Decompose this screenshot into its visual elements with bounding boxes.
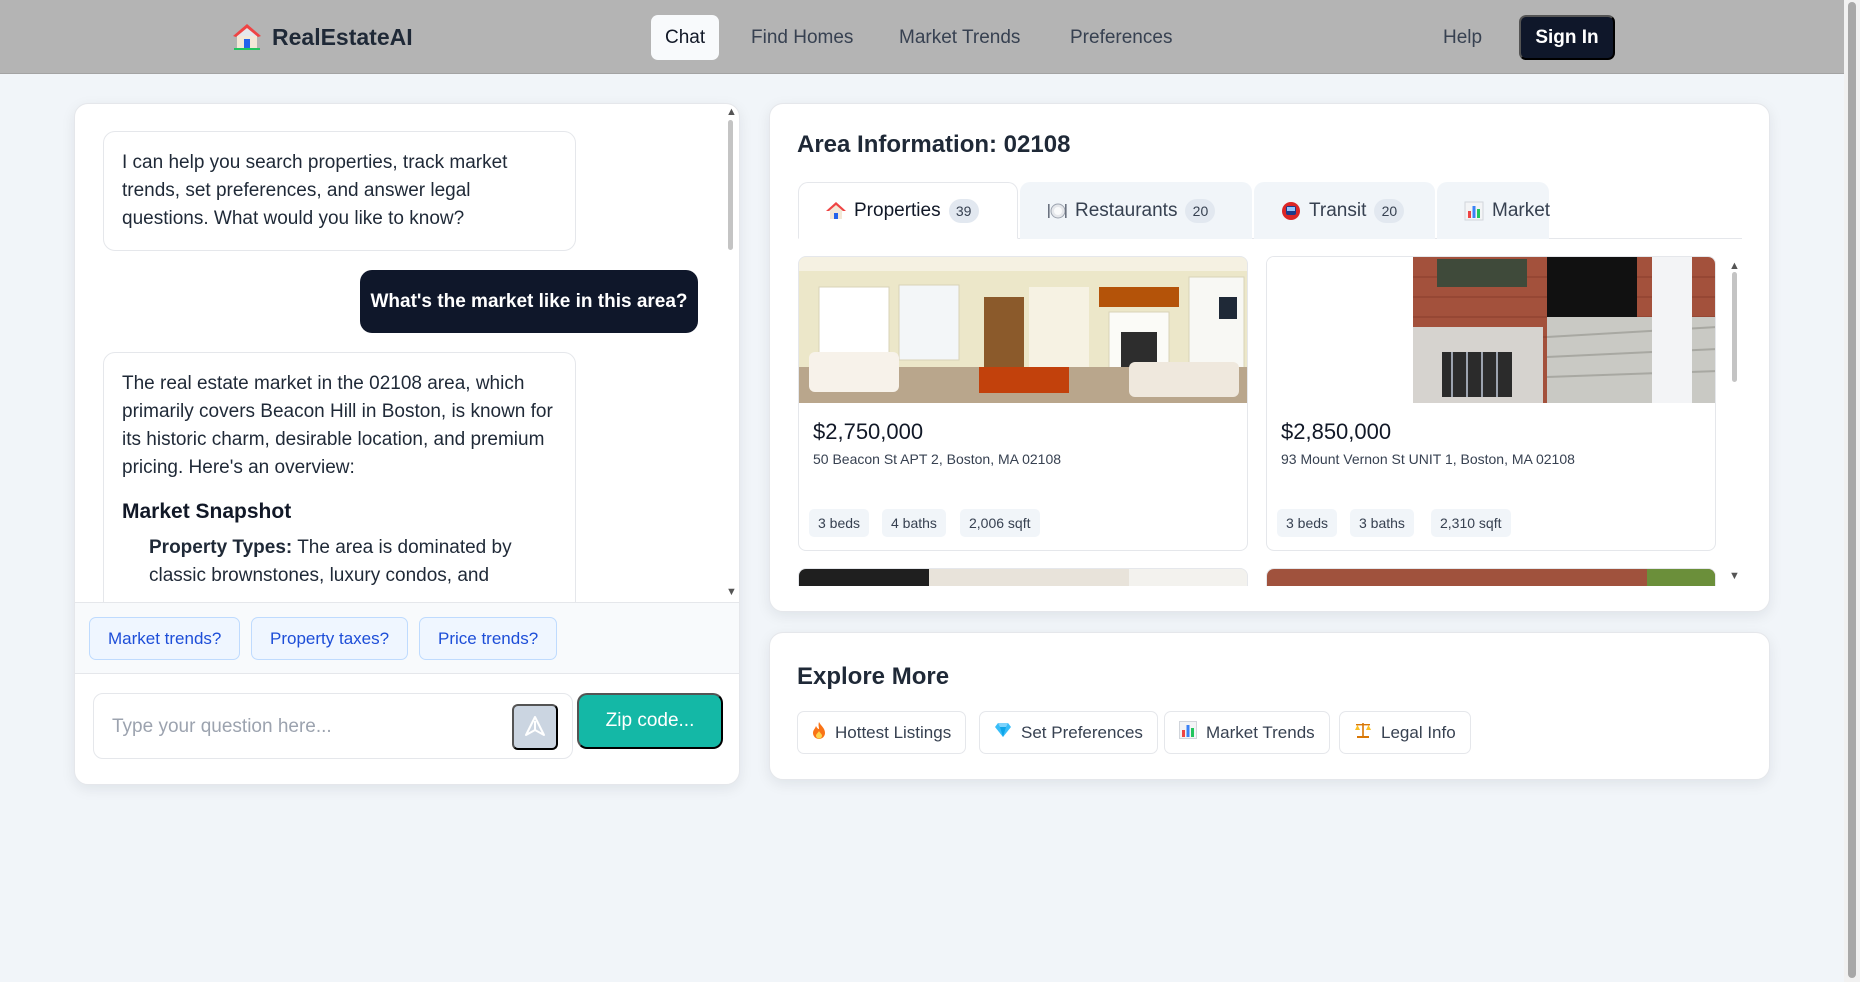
- tab-properties[interactable]: Properties 39: [798, 182, 1018, 239]
- property-photo: [1267, 257, 1715, 403]
- listing-price: $2,750,000: [813, 419, 924, 444]
- property-card[interactable]: [1266, 568, 1716, 586]
- bar-chart-icon: [1464, 201, 1484, 221]
- market-trends-button[interactable]: Market Trends: [1164, 711, 1330, 754]
- send-icon: [524, 715, 546, 740]
- assistant-message: I can help you search properties, track …: [103, 131, 576, 251]
- property-card[interactable]: [798, 568, 1248, 586]
- area-information-panel: Area Information: 02108 Properties 39 Re…: [769, 103, 1770, 612]
- tab-label: Restaurants: [1075, 199, 1178, 221]
- gem-icon: [994, 722, 1012, 743]
- suggestion-price-trends[interactable]: Price trends?: [419, 617, 558, 660]
- listing-address: 50 Beacon St APT 2, Boston, MA 02108: [813, 451, 1062, 467]
- assistant-message-text: The real estate market in the 02108 area…: [122, 373, 553, 478]
- suggestion-bar: Market trends? Property taxes? Price tre…: [75, 602, 739, 674]
- chat-scrollbar[interactable]: [728, 120, 733, 250]
- property-card[interactable]: $2,750,000 50 Beacon St APT 2, Boston, M…: [798, 256, 1248, 551]
- sqft-tag: 2,006 sqft: [960, 509, 1040, 537]
- tab-label: Properties: [854, 199, 941, 221]
- button-label: Legal Info: [1381, 722, 1456, 742]
- listing-price: $2,850,000: [1281, 419, 1392, 444]
- tab-transit[interactable]: Transit 20: [1254, 182, 1435, 239]
- property-photo: [1267, 569, 1715, 586]
- sqft-tag: 2,310 sqft: [1431, 509, 1511, 537]
- tab-restaurants[interactable]: Restaurants 20: [1020, 182, 1252, 239]
- listing-address: 93 Mount Vernon St UNIT 1, Boston, MA 02…: [1281, 451, 1575, 467]
- nav-preferences[interactable]: Preferences: [1056, 15, 1186, 60]
- top-navigation-bar: RealEstateAI Chat Find Homes Market Tren…: [0, 0, 1844, 74]
- count-badge: 20: [1185, 198, 1216, 223]
- nav-chat[interactable]: Chat: [651, 15, 720, 60]
- beds-tag: 3 beds: [809, 509, 870, 537]
- assistant-message: The real estate market in the 02108 area…: [103, 352, 576, 602]
- button-label: Hottest Listings: [835, 722, 952, 742]
- nav-market-trends[interactable]: Market Trends: [885, 15, 1034, 60]
- zip-code-button[interactable]: Zip code...: [577, 693, 723, 749]
- scroll-up-icon[interactable]: ▲: [726, 106, 737, 118]
- beds-tag: 3 beds: [1277, 509, 1338, 537]
- bullet-label: Property Types:: [149, 537, 293, 558]
- property-listings[interactable]: $2,750,000 50 Beacon St APT 2, Boston, M…: [798, 256, 1748, 586]
- page-scrollbar-thumb[interactable]: [1848, 2, 1856, 978]
- tab-market[interactable]: Market: [1437, 182, 1551, 239]
- fire-icon: [812, 721, 826, 744]
- property-photo: [799, 257, 1247, 403]
- button-label: Market Trends: [1206, 722, 1315, 742]
- property-photo: [799, 569, 1247, 586]
- count-badge: 39: [948, 198, 979, 223]
- listings-scrollbar[interactable]: [1732, 272, 1737, 382]
- area-title: Area Information: 02108: [797, 131, 1071, 158]
- nav-find-homes[interactable]: Find Homes: [737, 15, 867, 60]
- scroll-down-icon[interactable]: ▼: [726, 586, 737, 598]
- button-label: Set Preferences: [1021, 722, 1143, 742]
- baths-tag: 4 baths: [882, 509, 946, 537]
- brand[interactable]: RealEstateAI: [232, 22, 413, 52]
- property-card[interactable]: $2,850,000 93 Mount Vernon St UNIT 1, Bo…: [1266, 256, 1716, 551]
- count-badge: 20: [1374, 198, 1405, 223]
- hottest-listings-button[interactable]: Hottest Listings: [797, 711, 967, 754]
- suggestion-market-trends[interactable]: Market trends?: [89, 617, 241, 660]
- metro-icon: [1281, 201, 1301, 221]
- suggestion-property-taxes[interactable]: Property taxes?: [251, 617, 409, 660]
- assistant-message-text: I can help you search properties, track …: [122, 152, 508, 229]
- help-link[interactable]: Help: [1429, 15, 1496, 60]
- question-input[interactable]: [112, 712, 492, 742]
- legal-info-button[interactable]: Legal Info: [1339, 711, 1471, 754]
- message-bullet: Property Types: The area is dominated by…: [122, 534, 557, 590]
- scroll-down-icon[interactable]: ▼: [1729, 570, 1740, 582]
- area-tabs: Properties 39 Restaurants 20 Transit 20 …: [798, 182, 1742, 239]
- brand-name: RealEstateAI: [272, 23, 413, 50]
- user-message: What's the market like in this area?: [360, 270, 698, 333]
- tab-label: Market: [1492, 199, 1551, 221]
- explore-more-panel: Explore More Hottest Listings Set Prefer…: [769, 632, 1770, 780]
- baths-tag: 3 baths: [1350, 509, 1414, 537]
- tab-label: Transit: [1309, 199, 1367, 221]
- explore-title: Explore More: [797, 663, 950, 690]
- send-button[interactable]: [512, 704, 558, 750]
- sign-in-button[interactable]: Sign In: [1519, 15, 1615, 60]
- house-icon: [826, 201, 846, 221]
- message-heading: Market Snapshot: [122, 500, 292, 523]
- set-preferences-button[interactable]: Set Preferences: [979, 711, 1158, 754]
- scroll-up-icon[interactable]: ▲: [1729, 260, 1740, 272]
- chat-messages[interactable]: I can help you search properties, track …: [75, 104, 739, 602]
- user-message-text: What's the market like in this area?: [370, 290, 688, 312]
- bar-chart-icon: [1179, 721, 1197, 744]
- chat-panel: I can help you search properties, track …: [74, 103, 740, 785]
- question-input-box: [93, 693, 573, 759]
- plate-icon: [1047, 201, 1067, 221]
- scales-icon: [1354, 721, 1372, 744]
- house-icon: [232, 22, 262, 52]
